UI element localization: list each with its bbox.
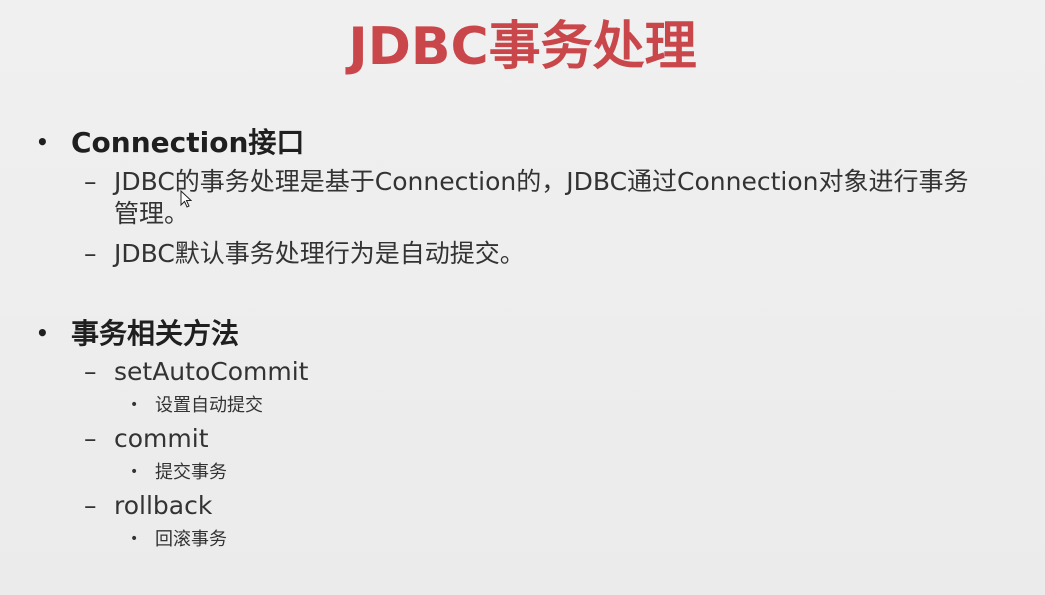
slide: JDBC事务处理 • Connection接口 – JDBC的事务处理是基于Conn… — [0, 0, 1045, 595]
method-desc: 设置自动提交 — [155, 395, 263, 416]
slide-title: JDBC事务处理 — [348, 17, 697, 77]
method-desc: 回滚事务 — [155, 529, 227, 550]
list-item: – JDBC默认事务处理行为是自动提交。 — [84, 238, 974, 270]
bullet-marker: • — [130, 531, 139, 547]
dash-marker: – — [84, 424, 97, 453]
list-item-text: JDBC默认事务处理行为是自动提交。 — [114, 239, 525, 268]
mouse-pointer-icon — [180, 190, 192, 208]
method-desc-item: • 提交事务 — [130, 460, 227, 485]
dash-marker: – — [84, 491, 97, 520]
method-name: commit — [114, 424, 209, 453]
method-desc: 提交事务 — [155, 462, 227, 483]
method-item: – setAutoCommit — [84, 356, 308, 388]
dash-marker: – — [84, 167, 97, 196]
dash-marker: – — [84, 357, 97, 386]
section-heading-text: Connection接口 — [71, 126, 305, 159]
list-item-text: JDBC的事务处理是基于Connection的，JDBC通过Connection… — [114, 167, 969, 228]
dash-marker: – — [84, 239, 97, 268]
section-heading-connection: • Connection接口 — [36, 124, 304, 161]
method-name: rollback — [114, 491, 213, 520]
list-item: – JDBC的事务处理是基于Connection的，JDBC通过Connectio… — [84, 166, 974, 230]
bullet-marker: • — [36, 321, 49, 345]
section-heading-methods: • 事务相关方法 — [36, 315, 239, 352]
bullet-marker: • — [130, 397, 139, 413]
bullet-marker: • — [36, 130, 49, 154]
method-name: setAutoCommit — [114, 357, 309, 386]
section-heading-text: 事务相关方法 — [71, 317, 240, 350]
bullet-marker: • — [130, 464, 139, 480]
method-item: – rollback — [84, 490, 212, 522]
method-desc-item: • 设置自动提交 — [130, 393, 263, 418]
method-desc-item: • 回滚事务 — [130, 527, 227, 552]
method-item: – commit — [84, 423, 209, 455]
